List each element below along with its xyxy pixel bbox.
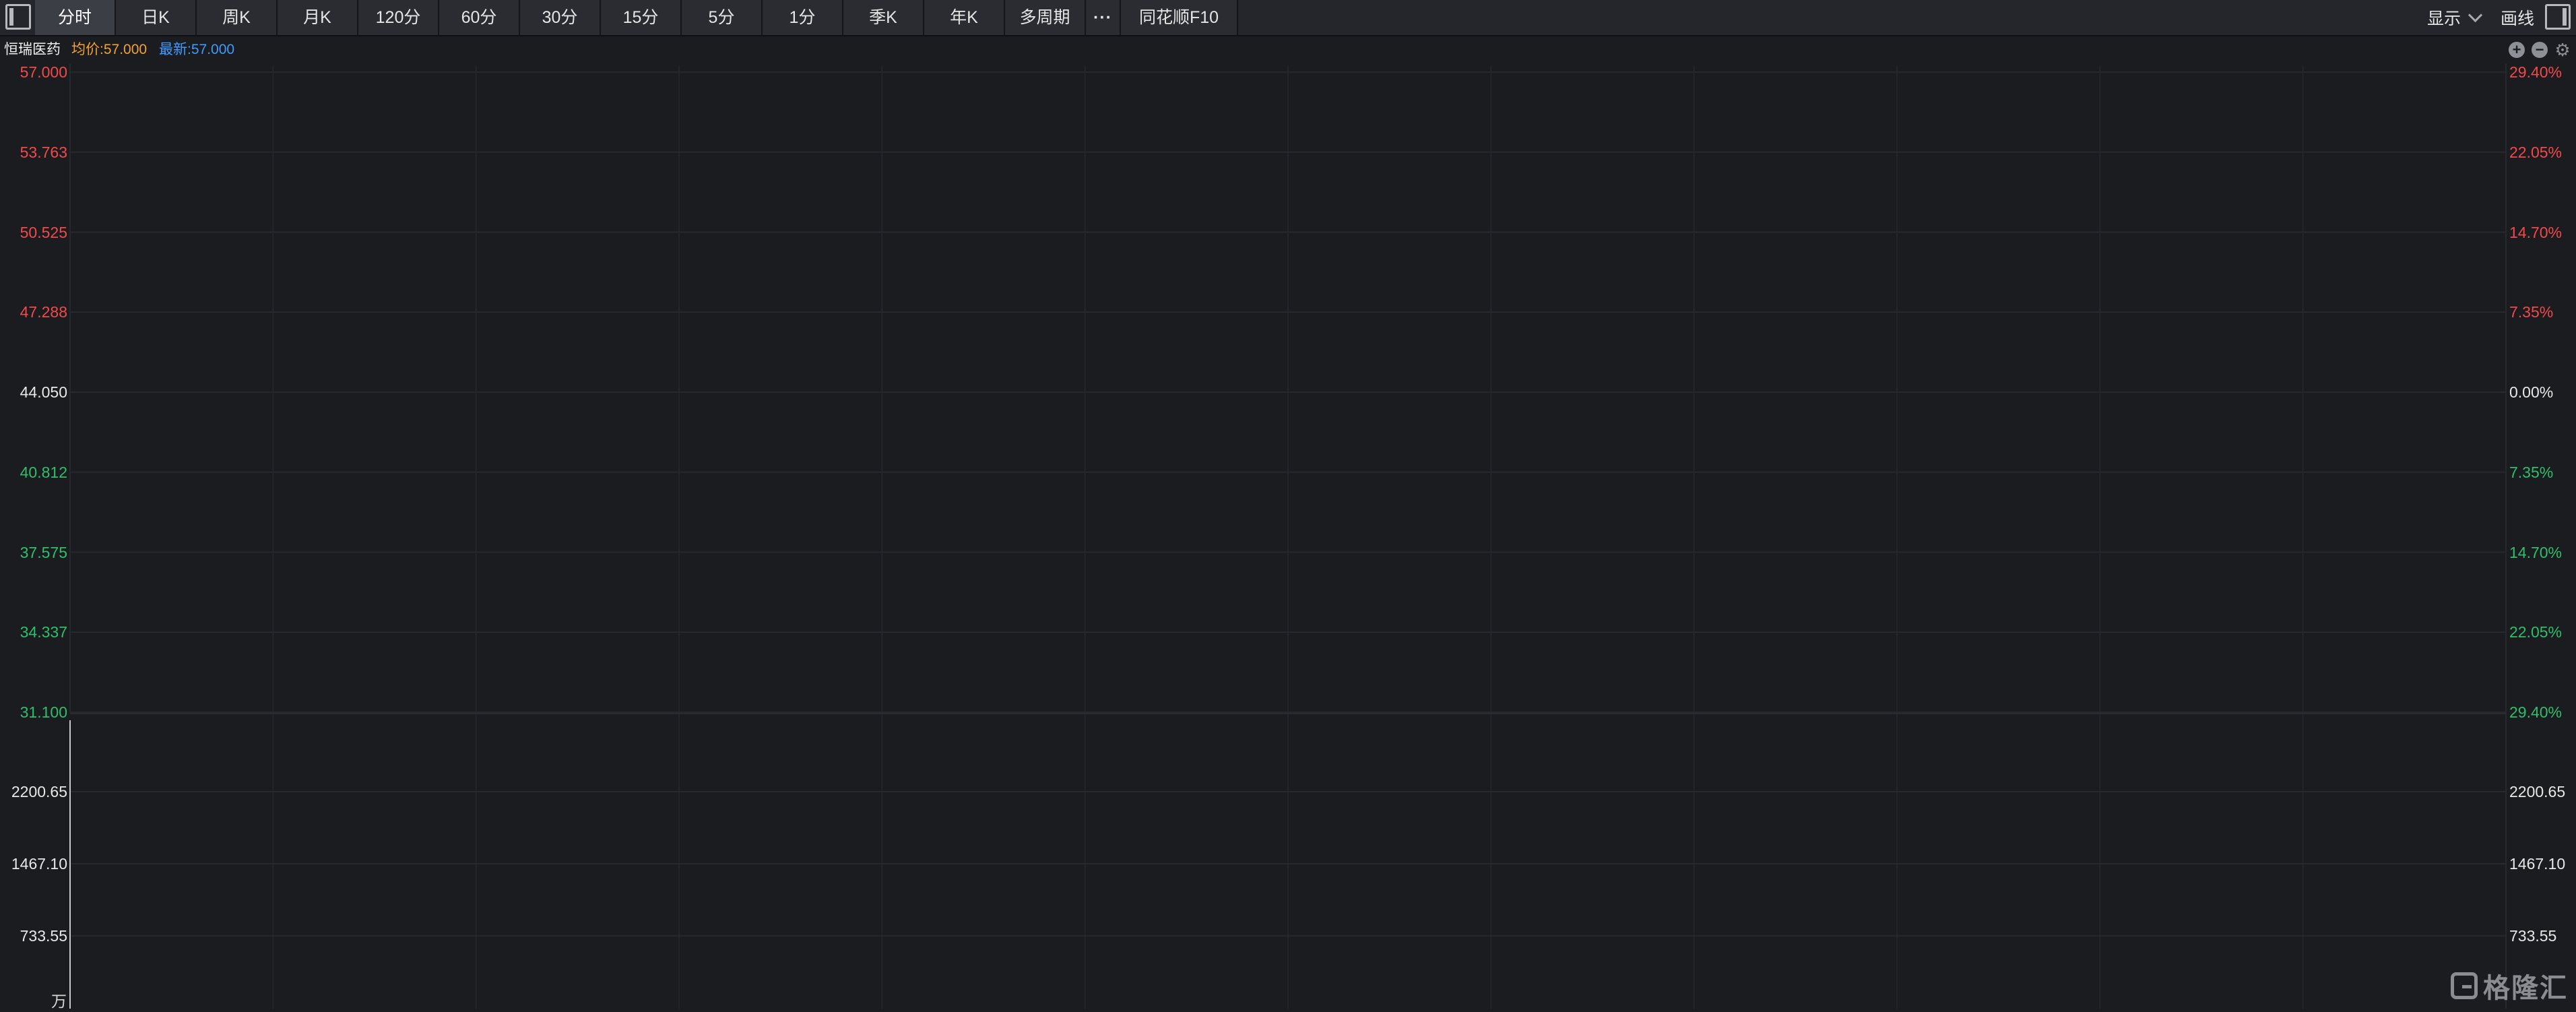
toolbar-right: 显示 画线 (2427, 0, 2534, 35)
period-tab-8[interactable]: 5分 (682, 0, 763, 35)
watermark-logo-icon (2451, 972, 2478, 999)
period-tab-6[interactable]: 30分 (520, 0, 601, 35)
price-tick-label-left: 50.525 (20, 223, 67, 241)
period-tab-5[interactable]: 60分 (439, 0, 520, 35)
avg-price: 均价:57.000 (71, 42, 148, 57)
zoom-out-icon[interactable]: − (2532, 42, 2548, 58)
period-toolbar: 分时 日K 周K 月K 120分 60分 30分 15分 5分 1分 季K 年K 多周期 ··· 同花顺F1… (0, 0, 2576, 36)
price-tick-label-left: 47.288 (20, 303, 67, 321)
left-panel-toggle-icon[interactable] (5, 4, 31, 30)
volume-tick-label-right: 2200.65 (2509, 783, 2566, 800)
price-tick-label-right: 22.05% (2509, 623, 2563, 641)
price-tick-label-right: 14.70% (2509, 543, 2563, 561)
volume-tick-label-right: 1467.10 (2509, 855, 2566, 873)
period-tab-0[interactable]: 分时 (35, 0, 116, 35)
watermark: 格隆汇 (2451, 966, 2568, 1005)
draw-line-button[interactable]: 画线 (2501, 5, 2534, 30)
period-tab-10[interactable]: 季K (843, 0, 924, 35)
chevron-down-icon (2468, 7, 2483, 22)
zoom-in-icon[interactable]: + (2509, 42, 2525, 58)
price-tick-label-right: 7.35% (2509, 463, 2554, 481)
display-label: 显示 (2426, 9, 2461, 28)
settings-gear-icon[interactable]: ⚙ (2554, 41, 2571, 59)
chart-controls: + − ⚙ (2509, 41, 2571, 59)
price-tick-label-left: 34.337 (20, 623, 67, 641)
price-tick-label-right: 14.70% (2509, 223, 2563, 241)
volume-tick-label-left: 2200.65 (11, 783, 67, 800)
price-tick-label-left: 53.763 (20, 143, 67, 161)
latest-price: 最新:57.000 (159, 42, 235, 57)
f10-button[interactable]: 同花顺F10 (1121, 0, 1238, 35)
price-tick-label-left: 31.100 (20, 703, 67, 721)
period-tab-7[interactable]: 15分 (601, 0, 682, 35)
right-panel-toggle-icon[interactable] (2545, 4, 2571, 30)
price-tick-label-right: 22.05% (2509, 143, 2563, 161)
price-tick-label-left: 57.000 (20, 63, 67, 81)
period-tab-9[interactable]: 1分 (763, 0, 843, 35)
period-tab-4[interactable]: 120分 (358, 0, 439, 35)
price-tick-label-left: 44.050 (20, 383, 67, 401)
more-periods-button[interactable]: ··· (1086, 0, 1121, 35)
watermark-text: 格隆汇 (2483, 974, 2568, 1003)
volume-tick-label-left: 733.55 (20, 927, 67, 945)
period-tab-2[interactable]: 周K (197, 0, 278, 35)
quote-info-bar: 恒瑞医药 均价:57.000 最新:57.000 (0, 36, 2576, 63)
volume-tick-label-left: 1467.10 (11, 855, 67, 873)
price-tick-label-right: 7.35% (2509, 303, 2554, 321)
stock-name: 恒瑞医药 (4, 42, 61, 57)
period-tab-3[interactable]: 月K (278, 0, 358, 35)
period-tab-1[interactable]: 日K (116, 0, 197, 35)
price-tick-label-right: 0.00% (2509, 383, 2554, 401)
price-tick-label-left: 37.575 (20, 543, 67, 561)
intraday-chart[interactable] (0, 63, 2576, 1012)
volume-tick-label-right: 733.55 (2509, 927, 2557, 945)
display-dropdown[interactable]: 显示 (2426, 5, 2483, 30)
period-tab-11[interactable]: 年K (924, 0, 1005, 35)
period-tabs: 分时 日K 周K 月K 120分 60分 30分 15分 5分 1分 季K 年K 多周期 ··· 同花顺F1… (35, 0, 1238, 35)
period-tab-12[interactable]: 多周期 (1005, 0, 1086, 35)
price-tick-label-right: 29.40% (2509, 703, 2563, 721)
price-tick-label-right: 29.40% (2509, 63, 2563, 81)
volume-unit: 万 (51, 992, 67, 1010)
price-tick-label-left: 40.812 (20, 463, 67, 481)
